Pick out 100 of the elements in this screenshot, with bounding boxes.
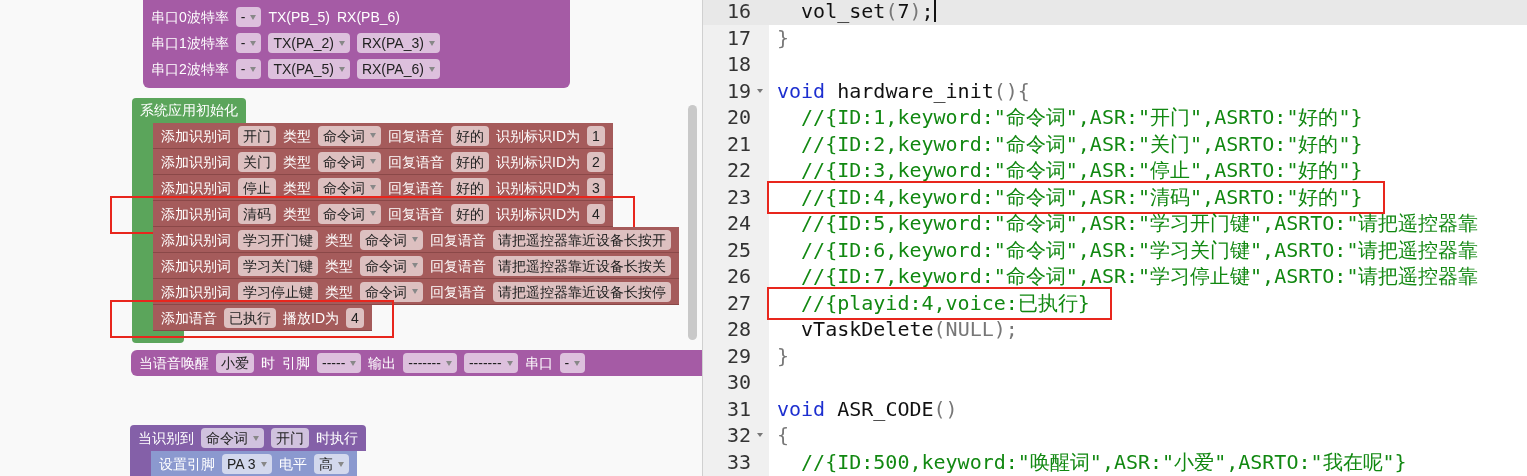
text-field[interactable]: 停止 <box>238 177 276 198</box>
fold-icon[interactable] <box>757 88 763 93</box>
dropdown[interactable]: 命令词 <box>318 177 381 198</box>
dropdown[interactable]: ----- <box>317 353 362 373</box>
code-comment: //{ID:1,keyword:"命令词",ASR:"开门",ASRTO:"好的"} <box>800 104 1363 131</box>
text-field[interactable]: 好的 <box>451 125 489 146</box>
text-field[interactable]: 学习停止键 <box>238 281 318 302</box>
scrollbar[interactable] <box>688 105 697 340</box>
text-field[interactable]: 4 <box>346 307 364 328</box>
text-field[interactable]: 好的 <box>451 177 489 198</box>
text-field[interactable]: 请把遥控器靠近设备长按停 <box>493 281 671 302</box>
code-block[interactable]: 当语音唤醒 小爱 时 引脚 ----- 输出 ------- ------- 串口 - <box>131 350 702 376</box>
code-text: void <box>777 395 826 422</box>
code-text: { <box>777 422 790 449</box>
block-label: 回复语音 <box>430 282 486 302</box>
line-number: 27 <box>725 289 752 316</box>
text-field[interactable]: 小爱 <box>216 353 254 373</box>
dropdown[interactable]: - <box>235 59 262 79</box>
dropdown[interactable]: TX(PA_2) <box>268 33 350 53</box>
text-field[interactable]: 请把遥控器靠近设备长按开 <box>493 229 671 250</box>
code-comment: //{ID:4,keyword:"命令词",ASR:"清码",ASRTO:"好的"} <box>800 183 1363 210</box>
code-text: (){ <box>993 77 1030 104</box>
code-text: 7 <box>897 0 910 25</box>
dropdown[interactable]: - <box>235 7 262 27</box>
text-field[interactable]: 学习关门键 <box>238 255 318 276</box>
block-label: 串口2波特率 <box>151 60 229 79</box>
code-comment: //{ID:3,keyword:"命令词",ASR:"停止",ASRTO:"好的"} <box>800 157 1363 184</box>
line-number: 32 <box>725 422 752 449</box>
text-field[interactable]: 2 <box>587 151 605 172</box>
block-label: 当识别到 <box>138 429 194 448</box>
caret-icon <box>370 159 376 164</box>
code-text: vTaskDelete <box>800 316 934 343</box>
code-text: ; <box>921 0 934 25</box>
line-number: 23 <box>725 183 752 210</box>
block-label: 类型 <box>283 204 311 224</box>
text-field[interactable]: 关门 <box>238 151 276 172</box>
block-label: 串口1波特率 <box>151 34 229 53</box>
block-label: 引脚 <box>282 354 310 373</box>
caret-icon <box>370 133 376 138</box>
line-number: 30 <box>725 369 752 396</box>
code-comment: //{ID:500,keyword:"唤醒词",ASR:"小爱",ASRTO:"我在呢"} <box>800 448 1407 475</box>
dropdown[interactable]: - <box>559 353 586 373</box>
dropdown[interactable]: 命令词 <box>360 229 423 250</box>
dropdown[interactable]: ------- <box>403 353 457 373</box>
block-label: 添加识别词 <box>161 152 231 172</box>
text-field[interactable]: 开门 <box>238 125 276 146</box>
caret-icon <box>260 461 267 467</box>
code-text: () <box>933 395 958 422</box>
block-label: 串口0波特率 <box>151 8 229 27</box>
line-number: 29 <box>725 342 752 369</box>
code-text: void <box>777 77 826 104</box>
caret-icon <box>338 66 345 72</box>
dropdown[interactable]: ------- <box>463 353 518 373</box>
text-field[interactable]: 好的 <box>451 203 489 224</box>
dropdown[interactable]: 命令词 <box>318 203 381 224</box>
dropdown[interactable]: - <box>235 33 262 53</box>
line-number: 17 <box>725 24 752 51</box>
caret-icon <box>350 360 357 366</box>
dropdown[interactable]: 命令词 <box>318 151 381 172</box>
text-field[interactable]: 学习开门键 <box>238 229 318 250</box>
block-label: 识别标识ID为 <box>496 204 580 224</box>
text-field[interactable]: 开门 <box>271 428 309 448</box>
text-field[interactable]: 好的 <box>451 151 489 172</box>
text-field[interactable]: 1 <box>587 125 605 146</box>
caret-icon <box>412 289 418 294</box>
fold-icon[interactable] <box>757 433 763 438</box>
dropdown[interactable]: 命令词 <box>201 428 264 448</box>
line-number: 25 <box>725 236 752 263</box>
code-block[interactable]: 串口0波特率 - TX(PB_5) RX(PB_6) 串口1波特率 - TX(PA_2) RX(PA_3) 串口2波特率 - TX(PA_5) RX(PA_6) <box>143 0 570 88</box>
block-label: 播放ID为 <box>283 308 339 328</box>
text-field[interactable]: 清码 <box>238 203 276 224</box>
line-number: 20 <box>725 104 752 131</box>
dropdown[interactable]: RX(PA_3) <box>356 33 440 53</box>
caret-icon <box>412 263 418 268</box>
dropdown[interactable]: PA 3 <box>222 454 272 474</box>
line-number: 26 <box>725 263 752 290</box>
dropdown[interactable]: 命令词 <box>360 281 423 302</box>
text-field[interactable]: 已执行 <box>224 307 276 328</box>
caret-icon <box>370 185 376 190</box>
code-comment: //{ID:7,keyword:"命令词",ASR:"学习停止键",ASRTO:"请把遥控器靠 <box>800 263 1479 290</box>
caret-icon <box>250 40 257 46</box>
text-field[interactable]: 4 <box>587 203 605 224</box>
dropdown[interactable]: TX(PA_5) <box>268 59 350 79</box>
code-text: } <box>777 342 790 369</box>
code-text: ( <box>885 0 898 25</box>
block-label: 回复语音 <box>430 256 486 276</box>
block-label: 类型 <box>325 282 353 302</box>
dropdown[interactable]: 命令词 <box>318 125 381 146</box>
line-number: 21 <box>725 130 752 157</box>
block-label: 时 <box>261 354 275 373</box>
dropdown[interactable]: RX(PA_6) <box>356 59 440 79</box>
text-field[interactable]: 请把遥控器靠近设备长按关 <box>493 255 671 276</box>
block-label: 添加识别词 <box>161 204 231 224</box>
dropdown[interactable]: 高 <box>313 454 349 474</box>
block-label: 回复语音 <box>388 178 444 198</box>
block-label: 类型 <box>283 152 311 172</box>
block-label: 时执行 <box>316 429 358 448</box>
text-field[interactable]: 3 <box>587 177 605 198</box>
dropdown[interactable]: 命令词 <box>360 255 423 276</box>
code-text: ) <box>909 0 922 25</box>
